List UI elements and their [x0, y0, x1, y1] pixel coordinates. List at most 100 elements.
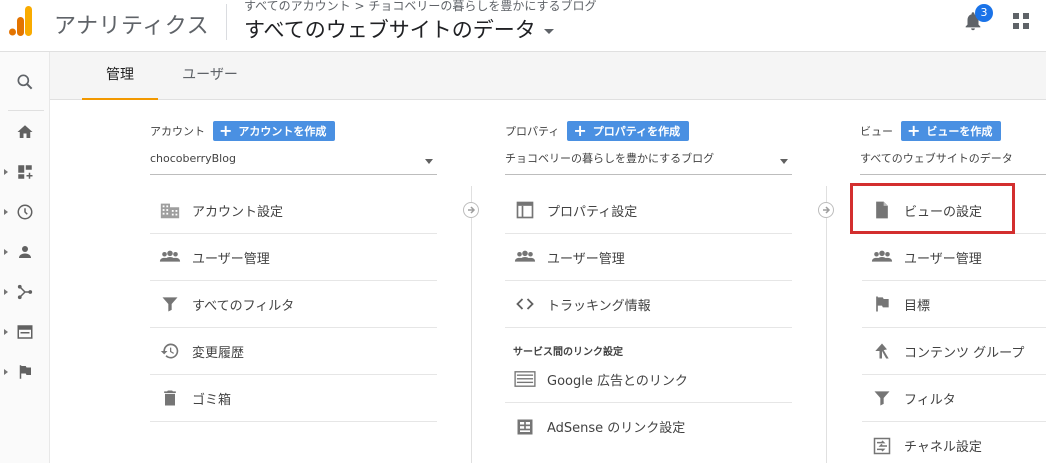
caret-down-icon	[780, 159, 788, 164]
menu-content-grouping[interactable]: コンテンツ グループ	[862, 328, 1046, 375]
account-dropdown[interactable]: chocoberryBlog	[150, 147, 437, 175]
analytics-logo[interactable]	[8, 6, 34, 36]
tab-admin[interactable]: 管理	[82, 52, 158, 100]
menu-label: ユーザー管理	[904, 251, 982, 267]
header-divider	[226, 4, 227, 40]
top-bar: アナリティクス すべてのアカウント > チョコベリーの暮らしを豊かにするブログ …	[0, 0, 1046, 52]
flag-icon	[870, 292, 894, 316]
column-divider	[826, 186, 827, 463]
view-dropdown[interactable]: すべてのウェブサイトのデータ	[860, 147, 1046, 175]
menu-label: 変更履歴	[192, 345, 245, 361]
menu-change-history[interactable]: 変更履歴	[150, 328, 437, 375]
menu-label: すべてのフィルタ	[192, 298, 295, 314]
create-property-button[interactable]: + プロパティを作成	[567, 121, 690, 141]
history-icon	[158, 339, 182, 363]
expand-arrow-icon	[4, 369, 8, 375]
customization-icon[interactable]	[0, 157, 50, 187]
menu-label: Google 広告とのリンク	[547, 373, 688, 389]
view-label: ビュー	[860, 125, 893, 138]
menu-label: ユーザー管理	[192, 251, 270, 267]
audience-icon[interactable]	[0, 237, 50, 267]
view-column-header: ビュー + ビューを作成	[860, 121, 1002, 141]
create-account-button[interactable]: + アカウントを作成	[213, 121, 336, 141]
property-label: プロパティ	[505, 125, 560, 138]
window-icon	[513, 198, 537, 222]
menu-property-user-management[interactable]: ユーザー管理	[505, 234, 792, 281]
notification-badge: 3	[975, 4, 993, 22]
menu-label: プロパティ設定	[547, 204, 638, 220]
expand-arrow-icon	[4, 209, 8, 215]
account-column-header: アカウント + アカウントを作成	[150, 121, 336, 141]
breadcrumb[interactable]: すべてのアカウント > チョコベリーの暮らしを豊かにするブログ	[244, 0, 597, 14]
menu-channel-settings[interactable]: チャネル設定	[862, 422, 1046, 469]
admin-content: アカウント + アカウントを作成 chocoberryBlog アカウント設定 …	[50, 100, 1046, 463]
menu-google-ads-linking[interactable]: Google 広告とのリンク	[505, 356, 792, 403]
menu-adsense-linking[interactable]: AdSense のリンク設定	[505, 403, 792, 450]
account-label: アカウント	[150, 125, 205, 138]
menu-account-user-management[interactable]: ユーザー管理	[150, 234, 437, 281]
left-nav	[0, 52, 50, 463]
menu-label: コンテンツ グループ	[904, 345, 1025, 361]
filter-icon	[870, 386, 894, 410]
expand-arrow-icon	[4, 329, 8, 335]
view-selector-label: すべてのウェブサイトのデータ	[244, 18, 536, 42]
content-group-icon	[870, 339, 894, 363]
conversions-icon[interactable]	[0, 357, 50, 387]
menu-tracking-info[interactable]: トラッキング情報	[505, 281, 792, 328]
plus-icon: +	[219, 121, 233, 140]
expand-arrow-icon	[4, 249, 8, 255]
property-dropdown[interactable]: チョコベリーの暮らしを豊かにするブログ	[505, 147, 792, 175]
nav-divider	[8, 110, 44, 111]
menu-view-filters[interactable]: フィルタ	[862, 375, 1046, 422]
people-icon	[158, 245, 182, 269]
menu-label: AdSense のリンク設定	[547, 421, 686, 436]
menu-account-settings[interactable]: アカウント設定	[150, 187, 437, 234]
menu-trash[interactable]: ゴミ箱	[150, 375, 437, 422]
trash-icon	[158, 386, 182, 410]
expand-arrow-icon	[4, 169, 8, 175]
property-dropdown-value: チョコベリーの暮らしを豊かにするブログ	[505, 152, 715, 165]
create-view-label: ビューを作成	[926, 125, 993, 138]
menu-all-filters[interactable]: すべてのフィルタ	[150, 281, 437, 328]
create-view-button[interactable]: + ビューを作成	[901, 121, 1002, 141]
tab-users[interactable]: ユーザー	[170, 52, 250, 100]
caret-down-icon	[543, 28, 554, 34]
menu-label: ユーザー管理	[547, 251, 625, 267]
channel-icon	[870, 434, 894, 458]
arrow-right-icon	[463, 202, 479, 218]
admin-tabs: 管理 ユーザー	[50, 52, 1046, 100]
menu-label: チャネル設定	[904, 440, 982, 455]
filter-icon	[158, 292, 182, 316]
view-selector[interactable]: すべてのウェブサイトのデータ	[244, 14, 554, 44]
apps-grid-icon[interactable]	[1013, 13, 1029, 29]
arrow-right-icon	[818, 202, 834, 218]
menu-label: 目標	[904, 298, 931, 314]
home-icon[interactable]	[0, 117, 50, 147]
expand-arrow-icon	[4, 289, 8, 295]
create-account-label: アカウントを作成	[238, 125, 327, 138]
adsense-icon	[513, 415, 537, 439]
behavior-icon[interactable]	[0, 317, 50, 347]
menu-goals[interactable]: 目標	[862, 281, 1046, 328]
realtime-icon[interactable]	[0, 197, 50, 227]
menu-label: アカウント設定	[192, 204, 284, 220]
create-property-label: プロパティを作成	[592, 125, 681, 138]
people-icon	[513, 245, 537, 269]
view-settings-highlight	[850, 183, 1015, 234]
property-column-header: プロパティ + プロパティを作成	[505, 121, 690, 141]
acquisition-icon[interactable]	[0, 277, 50, 307]
caret-down-icon	[425, 159, 433, 164]
column-divider	[471, 186, 472, 463]
account-dropdown-value: chocoberryBlog	[150, 152, 236, 165]
view-dropdown-value: すべてのウェブサイトのデータ	[860, 152, 1013, 165]
plus-icon: +	[907, 121, 921, 140]
menu-label: フィルタ	[904, 392, 956, 408]
code-icon	[513, 292, 537, 316]
plus-icon: +	[573, 121, 587, 140]
search-icon[interactable]	[0, 67, 50, 97]
menu-property-settings[interactable]: プロパティ設定	[505, 187, 792, 234]
menu-label: ゴミ箱	[192, 392, 232, 408]
app-title: アナリティクス	[54, 14, 210, 39]
menu-view-user-management[interactable]: ユーザー管理	[862, 234, 1046, 281]
people-icon	[870, 245, 894, 269]
